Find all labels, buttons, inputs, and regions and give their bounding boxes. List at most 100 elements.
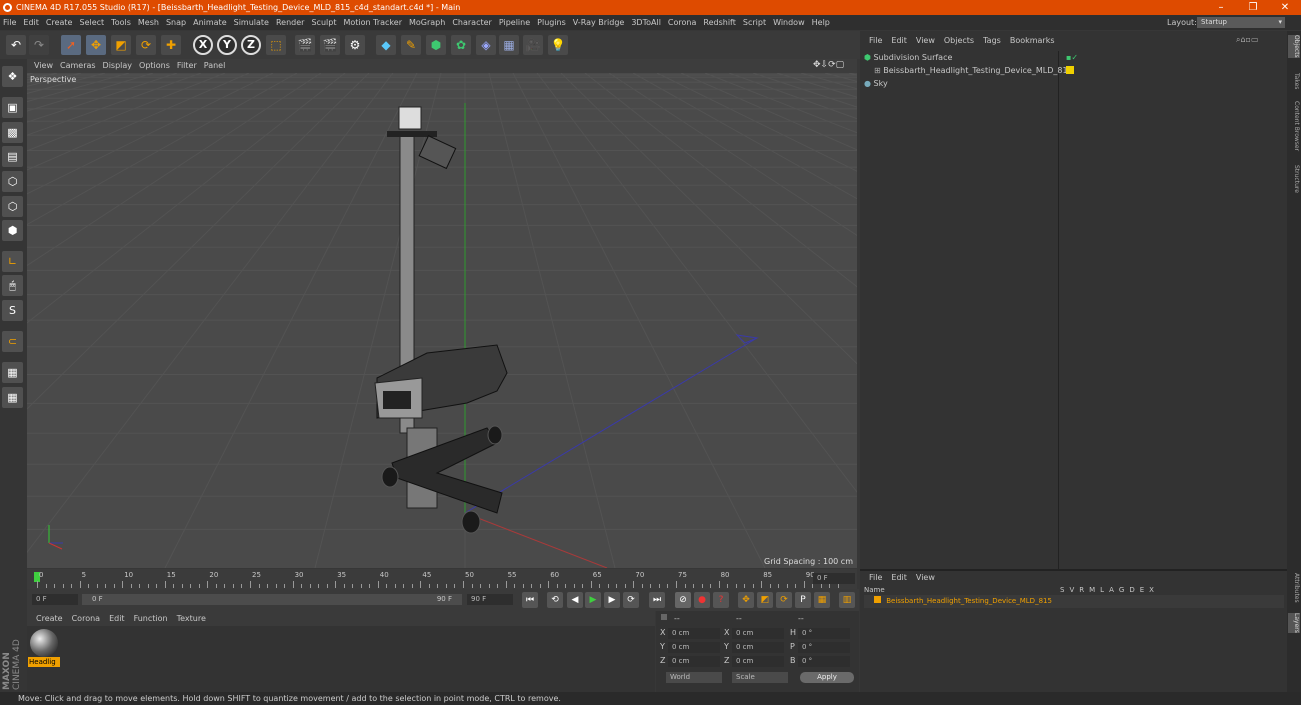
- menu-animate[interactable]: Animate: [193, 18, 227, 27]
- menu-motion-tracker[interactable]: Motion Tracker: [343, 18, 402, 27]
- coordinate-field[interactable]: 0 cm: [732, 628, 784, 639]
- minimize-button[interactable]: –: [1206, 0, 1236, 15]
- previous-frame-icon[interactable]: ◀: [567, 592, 583, 608]
- coordinate-system-icon[interactable]: ⬚: [266, 35, 286, 55]
- coordinate-field[interactable]: 0 cm: [668, 642, 720, 653]
- axis-mode-icon[interactable]: ∟: [2, 251, 23, 272]
- material-preview[interactable]: [30, 629, 58, 657]
- floor-icon[interactable]: ▦: [499, 35, 519, 55]
- object-menu-objects[interactable]: Objects: [944, 36, 974, 45]
- menu-file[interactable]: File: [3, 18, 16, 27]
- render-settings-icon[interactable]: ⚙: [345, 35, 365, 55]
- material-menu-edit[interactable]: Edit: [109, 614, 125, 623]
- go-to-end-icon[interactable]: ⏭: [649, 592, 665, 608]
- visibility-check-icon[interactable]: ▪✓: [1066, 51, 1078, 64]
- workplane-icon[interactable]: ▤: [2, 146, 23, 167]
- next-key-icon[interactable]: ⟳: [623, 592, 639, 608]
- menu-3dtoall[interactable]: 3DToAll: [631, 18, 661, 27]
- side-tab-attributes[interactable]: Attributes: [1288, 573, 1300, 603]
- close-button[interactable]: ✕: [1270, 0, 1300, 15]
- menu-render[interactable]: Render: [276, 18, 304, 27]
- viewport-menu-filter[interactable]: Filter: [177, 61, 197, 70]
- restore-button[interactable]: ❐: [1238, 0, 1268, 15]
- world-select[interactable]: World: [666, 672, 722, 683]
- polygons-mode-icon[interactable]: ⬢: [2, 220, 23, 241]
- next-frame-icon[interactable]: ▶: [604, 592, 620, 608]
- material-menu-function[interactable]: Function: [134, 614, 168, 623]
- scale-tool-icon[interactable]: ◩: [111, 35, 131, 55]
- deformer-icon[interactable]: ◈: [476, 35, 496, 55]
- timeline-ruler[interactable]: 0 5 10 15 20 25 30 35 40 45 50 55 60 65 70 75 80 85 90 0 F: [27, 569, 857, 589]
- key-point-level-icon[interactable]: ▦: [814, 592, 830, 608]
- key-parameter-icon[interactable]: P: [795, 592, 811, 608]
- render-view-icon[interactable]: 🎬: [295, 35, 315, 55]
- subdivision-icon[interactable]: ⬢: [426, 35, 446, 55]
- pen-spline-icon[interactable]: ✎: [401, 35, 421, 55]
- viewport-nav-icons[interactable]: ✥⇩⟳▢: [813, 60, 844, 70]
- viewport-menu-options[interactable]: Options: [139, 61, 170, 70]
- z-axis-button[interactable]: Z: [241, 35, 261, 55]
- camera-icon[interactable]: 🎥: [523, 35, 543, 55]
- perspective-viewport[interactable]: Perspective Grid Spacing : 100 cm: [27, 73, 857, 568]
- menu-select[interactable]: Select: [79, 18, 104, 27]
- coordinate-field[interactable]: 0 cm: [732, 642, 784, 653]
- move-tool-icon[interactable]: ✥: [86, 35, 106, 55]
- menu-corona[interactable]: Corona: [668, 18, 696, 27]
- render-picture-viewer-icon[interactable]: 🎬: [320, 35, 340, 55]
- cube-icon[interactable]: ◆: [376, 35, 396, 55]
- workplane-snap-icon[interactable]: ▦: [2, 362, 23, 383]
- previous-key-icon[interactable]: ⟲: [547, 592, 563, 608]
- y-axis-button[interactable]: Y: [217, 35, 237, 55]
- menu-mesh[interactable]: Mesh: [138, 18, 159, 27]
- menu-mograph[interactable]: MoGraph: [409, 18, 445, 27]
- key-position-icon[interactable]: ✥: [738, 592, 754, 608]
- autokey-icon[interactable]: ?: [713, 592, 729, 608]
- menu-pipeline[interactable]: Pipeline: [499, 18, 530, 27]
- material-menu-create[interactable]: Create: [36, 614, 63, 623]
- coordinate-field[interactable]: 0 °: [798, 656, 850, 667]
- end-frame-field[interactable]: 90 F: [467, 594, 513, 605]
- menu-v-ray-bridge[interactable]: V-Ray Bridge: [573, 18, 625, 27]
- menu-script[interactable]: Script: [743, 18, 766, 27]
- rotate-tool-icon[interactable]: ⟳: [136, 35, 156, 55]
- object-menu-bookmarks[interactable]: Bookmarks: [1010, 36, 1055, 45]
- object-row-sky[interactable]: ● Sky: [864, 77, 1284, 90]
- viewport-menu-panel[interactable]: Panel: [204, 61, 226, 70]
- go-to-start-icon[interactable]: ⏮: [522, 592, 538, 608]
- menu-tools[interactable]: Tools: [111, 18, 131, 27]
- layer-color-swatch[interactable]: [1066, 66, 1074, 74]
- texture-mode-icon[interactable]: ▩: [2, 122, 23, 143]
- lock-workplane-icon[interactable]: ▦: [2, 387, 23, 408]
- layer-color-swatch[interactable]: [874, 596, 881, 603]
- keyframe-selection-icon[interactable]: ⊘: [675, 592, 691, 608]
- object-menu-file[interactable]: File: [869, 36, 882, 45]
- coordinate-field[interactable]: 0 cm: [668, 628, 720, 639]
- mograph-cloner-icon[interactable]: ✿: [451, 35, 471, 55]
- menu-sculpt[interactable]: Sculpt: [311, 18, 336, 27]
- layer-menu-edit[interactable]: Edit: [891, 573, 907, 582]
- key-rotation-icon[interactable]: ⟳: [776, 592, 792, 608]
- light-icon[interactable]: 💡: [548, 35, 568, 55]
- layout-select[interactable]: Startup ▾: [1197, 17, 1285, 28]
- x-axis-button[interactable]: X: [193, 35, 213, 55]
- material-menu-texture[interactable]: Texture: [177, 614, 206, 623]
- play-icon[interactable]: ▶: [585, 592, 601, 608]
- select-tool-icon[interactable]: ➚: [61, 35, 81, 55]
- side-tab-takes[interactable]: Takes: [1288, 73, 1300, 89]
- object-menu-view[interactable]: View: [916, 36, 935, 45]
- timeline-window-icon[interactable]: ▥: [839, 592, 855, 608]
- material-name[interactable]: Headlig: [28, 657, 60, 667]
- solo-icon[interactable]: S: [2, 300, 23, 321]
- object-row-device[interactable]: ⊞ Beissbarth_Headlight_Testing_Device_ML…: [864, 64, 1284, 77]
- key-scale-icon[interactable]: ◩: [757, 592, 773, 608]
- layer-menu-file[interactable]: File: [869, 573, 882, 582]
- frame-range-slider[interactable]: 0 F 90 F: [82, 594, 462, 605]
- object-row-subdivision[interactable]: ⬢ Subdivision Surface ▪✓: [864, 51, 1284, 64]
- menu-snap[interactable]: Snap: [166, 18, 186, 27]
- current-frame-field[interactable]: 0 F: [813, 573, 855, 584]
- menu-help[interactable]: Help: [812, 18, 830, 27]
- side-tab-structure[interactable]: Structure: [1288, 165, 1300, 193]
- model-mode-icon[interactable]: ▣: [2, 97, 23, 118]
- last-tool-icon[interactable]: ✚: [161, 35, 181, 55]
- object-menu-tags[interactable]: Tags: [983, 36, 1001, 45]
